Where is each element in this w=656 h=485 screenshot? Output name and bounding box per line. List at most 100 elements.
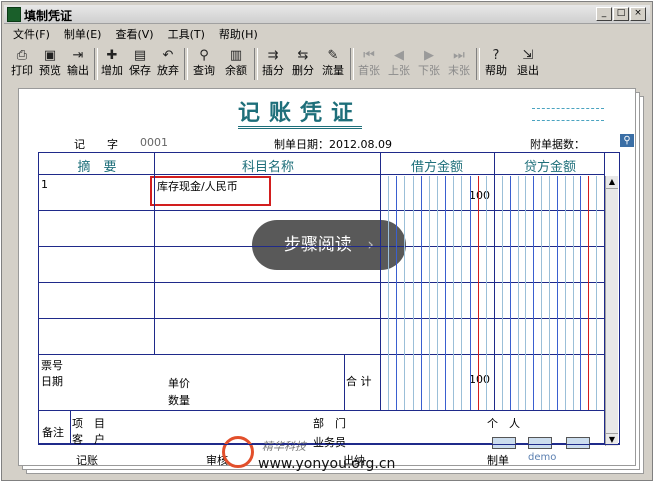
- toolbar-button-label: 首张: [358, 64, 380, 77]
- maker-label: 制单: [487, 454, 509, 467]
- undo-icon: ↶: [162, 48, 174, 63]
- menu-tools[interactable]: 工具(T): [161, 27, 212, 43]
- grid-line: [494, 152, 495, 410]
- amount-digit-line: [510, 176, 511, 410]
- vertical-scrollbar[interactable]: ▲ ▼: [605, 176, 618, 446]
- toolbar-button-label: 放弃: [157, 64, 179, 77]
- toolbar-button-label: 余额: [225, 64, 247, 77]
- grid-line: [154, 152, 155, 354]
- insert-line-icon: ⇉: [267, 48, 279, 63]
- last-icon: ⏭: [453, 48, 465, 63]
- amount-digit-line: [453, 176, 454, 410]
- toolbar-button-label: 插分: [262, 64, 284, 77]
- amount-digit-line: [533, 176, 534, 410]
- toolbar-button-1[interactable]: ▣ 预览: [37, 46, 63, 82]
- toolbar-button-label: 打印: [11, 64, 33, 77]
- grid-line: [38, 318, 605, 319]
- toolbar-button-14[interactable]: ⏭ 末张: [445, 46, 473, 82]
- grid-line: [38, 174, 605, 175]
- title-bar: 填制凭证 _ □ ×: [4, 5, 650, 24]
- toolbar-button-15[interactable]: ? 帮助: [481, 46, 511, 82]
- window-title: 填制凭证: [24, 9, 73, 23]
- attachments-label[interactable]: 附单据数：: [530, 136, 585, 152]
- app-icon: [7, 7, 21, 22]
- grid-line: [38, 444, 620, 445]
- toolbar-button-4[interactable]: ▤ 保存: [127, 46, 153, 82]
- amount-digit-line: [518, 176, 519, 410]
- menu-voucher[interactable]: 制单(E): [57, 27, 109, 43]
- amount-digit-line: [502, 176, 503, 410]
- prev-icon: ◀: [394, 48, 404, 63]
- close-button[interactable]: ×: [630, 7, 646, 21]
- grid-line: [38, 410, 605, 411]
- amount-digit-line: [388, 176, 389, 410]
- first-icon: ⏮: [363, 48, 375, 63]
- salesperson-label: 业务员: [313, 436, 346, 449]
- amount-digit-line: [478, 176, 479, 410]
- toolbar-button-12[interactable]: ◀ 上张: [385, 46, 413, 82]
- menu-file[interactable]: 文件(F): [6, 27, 57, 43]
- maximize-button[interactable]: □: [613, 7, 629, 21]
- toolbar-button-16[interactable]: ⇲ 退出: [513, 46, 543, 82]
- column-header-debit: 借方金额: [410, 160, 463, 175]
- toolbar-button-8[interactable]: ⇉ 插分: [259, 46, 287, 82]
- overlay-label: 步骤阅读: [283, 235, 352, 255]
- search-icon[interactable]: ⚲: [620, 134, 634, 147]
- toolbar-button-label: 末张: [448, 64, 470, 77]
- toolbar-button-label: 查询: [193, 64, 215, 77]
- footer-tool-icon[interactable]: [566, 437, 590, 449]
- toolbar-separator: [94, 48, 98, 80]
- toolbar-button-0[interactable]: ⎙ 打印: [9, 46, 35, 82]
- amount-digit-line: [404, 176, 405, 410]
- grid-line: [38, 354, 605, 355]
- menu-bar: 文件(F) 制单(E) 查看(V) 工具(T) 帮助(H): [6, 27, 265, 43]
- chevron-right-icon: ›: [367, 235, 375, 255]
- toolbar-button-label: 上张: [388, 64, 410, 77]
- toolbar-button-5[interactable]: ↶ 放弃: [155, 46, 181, 82]
- toolbar-button-2[interactable]: ⇥ 输出: [65, 46, 91, 82]
- amount-digit-line: [445, 176, 446, 410]
- amount-digit-line: [413, 176, 414, 410]
- grid-line: [344, 354, 345, 410]
- delete-line-icon: ⇆: [297, 48, 309, 63]
- toolbar-button-label: 预览: [39, 64, 61, 77]
- voucher-type-label[interactable]: 记 字: [74, 136, 118, 152]
- toolbar-button-6[interactable]: ⚲ 查询: [189, 46, 219, 82]
- grid-line: [380, 152, 381, 410]
- row-number: 1: [41, 178, 48, 191]
- toolbar-button-label: 帮助: [485, 64, 507, 77]
- binoculars-icon: ⚲: [199, 48, 209, 63]
- footer-tool-icon[interactable]: [528, 437, 552, 449]
- minimize-button[interactable]: _: [596, 7, 612, 21]
- department-label: 部 门: [313, 417, 346, 430]
- toolbar-button-9[interactable]: ⇆ 删分: [289, 46, 317, 82]
- toolbar-button-10[interactable]: ✎ 流量: [319, 46, 347, 82]
- menu-view[interactable]: 查看(V): [108, 27, 160, 43]
- amount-digit-line: [470, 176, 471, 410]
- toolbar-button-13[interactable]: ▶ 下张: [415, 46, 443, 82]
- voucher-date[interactable]: 制单日期：2012.08.09: [274, 136, 392, 152]
- bookkeeper-label: 记账: [76, 454, 98, 467]
- export-icon: ⇥: [72, 48, 84, 63]
- date-label: 日期: [41, 375, 63, 388]
- toolbar-button-7[interactable]: ▥ 余额: [221, 46, 251, 82]
- toolbar: ⎙ 打印 ▣ 预览 ⇥ 输出 ✚ 增加 ▤ 保存 ↶ 放弃 ⚲ 查询 ▥ 余额 ⇉ 插分 ⇆ 删分 ✎ 流量 ⏮ 首张 ◀ 上张 ▶…: [7, 46, 647, 84]
- project-label: 项 目: [72, 417, 105, 430]
- grid-line: [604, 152, 605, 444]
- step-reading-overlay[interactable]: 步骤阅读 ›: [252, 220, 406, 270]
- highlight-box: [150, 176, 271, 206]
- grid-line: [38, 246, 605, 247]
- toolbar-button-11[interactable]: ⏮ 首张: [355, 46, 383, 82]
- toolbar-button-label: 删分: [292, 64, 314, 77]
- scroll-up-icon[interactable]: ▲: [606, 176, 618, 189]
- amount-digit-line: [486, 176, 487, 410]
- toolbar-button-3[interactable]: ✚ 增加: [99, 46, 125, 82]
- toolbar-button-label: 退出: [517, 64, 539, 77]
- menu-help[interactable]: 帮助(H): [212, 27, 265, 43]
- cashflow-icon: ✎: [327, 48, 339, 63]
- amount-digit-line: [573, 176, 574, 410]
- amount-digit-line: [437, 176, 438, 410]
- footer-tool-icon[interactable]: [492, 437, 516, 449]
- amount-digit-line: [421, 176, 422, 410]
- voucher-number[interactable]: 0001: [140, 136, 168, 149]
